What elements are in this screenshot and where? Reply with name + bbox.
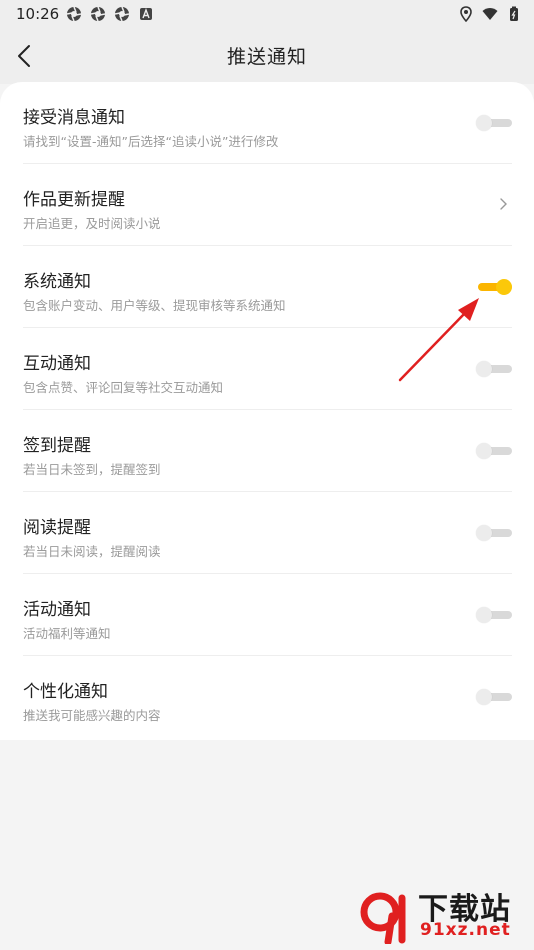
setting-title: 系统通知 — [23, 272, 91, 292]
setting-title: 活动通知 — [23, 600, 91, 620]
setting-row-personalized-notifications[interactable]: 个性化通知 推送我可能感兴趣的内容 — [0, 656, 534, 738]
setting-row-system-notifications[interactable]: 系统通知 包含账户变动、用户等级、提现审核等系统通知 — [0, 246, 534, 328]
aperture-icon — [90, 6, 106, 22]
toggle-switch-off[interactable] — [476, 607, 512, 623]
status-bar: 10:26 — [0, 0, 534, 28]
setting-title: 阅读提醒 — [23, 518, 91, 538]
page-title: 推送通知 — [226, 46, 307, 68]
setting-subtitle: 包含点赞、评论回复等社交互动通知 — [23, 380, 224, 395]
setting-subtitle: 若当日未阅读，提醒阅读 — [23, 544, 161, 559]
status-system-icons — [458, 6, 522, 22]
toggle-switch-on[interactable] — [476, 279, 512, 295]
toggle-switch-off[interactable] — [476, 115, 512, 131]
toggle-switch-off[interactable] — [476, 525, 512, 541]
setting-subtitle: 包含账户变动、用户等级、提现审核等系统通知 — [23, 298, 286, 313]
setting-subtitle: 若当日未签到，提醒签到 — [23, 462, 161, 477]
setting-title: 作品更新提醒 — [23, 190, 125, 210]
wifi-icon — [482, 8, 498, 20]
setting-row-work-update-reminder[interactable]: 作品更新提醒 开启追更，及时阅读小说 — [0, 164, 534, 246]
a-badge-icon — [140, 8, 152, 20]
aperture-icon — [66, 6, 82, 22]
setting-row-checkin-reminder[interactable]: 签到提醒 若当日未签到，提醒签到 — [0, 410, 534, 492]
setting-subtitle: 请找到“设置-通知”后选择“追读小说”进行修改 — [23, 134, 279, 149]
chevron-right-icon — [500, 198, 507, 210]
battery-icon — [510, 6, 518, 21]
setting-subtitle: 推送我可能感兴趣的内容 — [23, 708, 161, 723]
setting-subtitle: 活动福利等通知 — [23, 626, 111, 641]
toggle-switch-off[interactable] — [476, 361, 512, 377]
setting-title: 接受消息通知 — [23, 108, 125, 128]
setting-row-reading-reminder[interactable]: 阅读提醒 若当日未阅读，提醒阅读 — [0, 492, 534, 574]
aperture-icon — [114, 6, 130, 22]
watermark-url: 91xz.net — [420, 920, 511, 940]
watermark-logo: 下载站 91xz.net — [358, 884, 528, 946]
status-time: 10:26 — [16, 5, 60, 23]
setting-row-message-notifications[interactable]: 接受消息通知 请找到“设置-通知”后选择“追读小说”进行修改 — [0, 82, 534, 164]
settings-list: 接受消息通知 请找到“设置-通知”后选择“追读小说”进行修改 作品更新提醒 开启… — [0, 82, 534, 740]
setting-title: 个性化通知 — [23, 682, 108, 702]
status-notification-icons — [66, 6, 154, 22]
setting-title: 互动通知 — [23, 354, 91, 374]
toggle-switch-off[interactable] — [476, 443, 512, 459]
setting-row-interaction-notifications[interactable]: 互动通知 包含点赞、评论回复等社交互动通知 — [0, 328, 534, 410]
setting-title: 签到提醒 — [23, 436, 91, 456]
location-icon — [460, 6, 472, 22]
toggle-switch-off[interactable] — [476, 689, 512, 705]
setting-row-activity-notifications[interactable]: 活动通知 活动福利等通知 — [0, 574, 534, 656]
watermark-91-icon — [360, 892, 406, 944]
top-app-bar: 推送通知 — [0, 28, 534, 84]
setting-subtitle: 开启追更，及时阅读小说 — [23, 216, 161, 231]
